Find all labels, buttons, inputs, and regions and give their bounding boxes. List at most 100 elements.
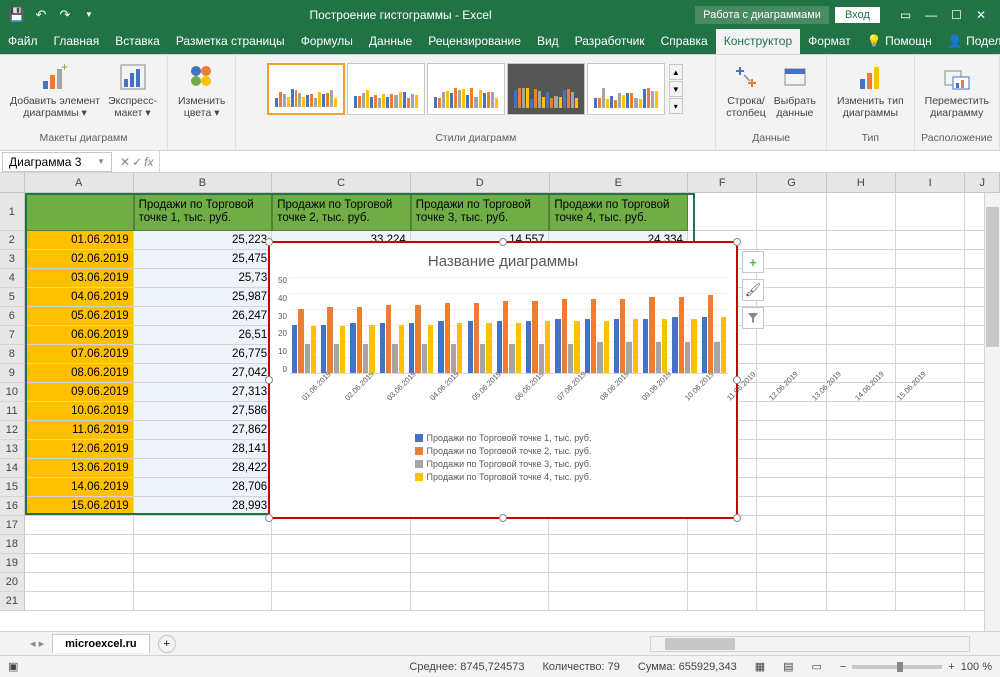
data-cell[interactable]: 27,042	[134, 364, 273, 383]
chart-styles-gallery[interactable]: ▲ ▼ ▾	[263, 59, 689, 119]
row-header[interactable]: 19	[0, 554, 25, 573]
table-header[interactable]: Продажи по Торговой точке 4, тыс. руб.	[549, 193, 688, 231]
column-header[interactable]: I	[896, 173, 965, 192]
chart-title[interactable]: Название диаграммы	[278, 253, 728, 270]
add-chart-element-button[interactable]: +Добавить элемент диаграммы ▾	[6, 59, 104, 121]
row-header[interactable]: 15	[0, 478, 25, 497]
change-colors-button[interactable]: Изменить цвета ▾	[174, 59, 229, 121]
name-box[interactable]: Диаграмма 3▼	[2, 152, 112, 172]
chart-style-4[interactable]	[507, 63, 585, 115]
change-chart-type-button[interactable]: Изменить тип диаграммы	[833, 59, 908, 121]
qa-dropdown-icon[interactable]: ▼	[78, 4, 100, 26]
tab-вставка[interactable]: Вставка	[107, 29, 168, 54]
tab-разметка страницы[interactable]: Разметка страницы	[168, 29, 293, 54]
add-sheet-button[interactable]: +	[158, 635, 176, 653]
chart-filter-button[interactable]	[742, 307, 764, 329]
style-scroll-down[interactable]: ▼	[669, 81, 683, 97]
formula-input[interactable]	[159, 151, 1000, 172]
column-header[interactable]: J	[965, 173, 1000, 192]
date-cell[interactable]: 05.06.2019	[25, 307, 134, 326]
data-cell[interactable]: 25,475	[134, 250, 273, 269]
date-cell[interactable]: 02.06.2019	[25, 250, 134, 269]
tab-главная[interactable]: Главная	[46, 29, 108, 54]
table-header[interactable]: Продажи по Торговой точке 1, тыс. руб.	[134, 193, 273, 231]
date-cell[interactable]: 08.06.2019	[25, 364, 134, 383]
row-header[interactable]: 2	[0, 231, 25, 250]
chart-style-1[interactable]	[267, 63, 345, 115]
style-more[interactable]: ▾	[669, 98, 683, 114]
table-header[interactable]: Продажи по Торговой точке 3, тыс. руб.	[411, 193, 550, 231]
column-header[interactable]: F	[688, 173, 757, 192]
enter-formula-icon[interactable]: ✓	[132, 155, 142, 169]
maximize-icon[interactable]: ☐	[951, 8, 962, 22]
cancel-formula-icon[interactable]: ✕	[120, 155, 130, 169]
column-header[interactable]: G	[757, 173, 826, 192]
chart-styles-button[interactable]: 🖌	[742, 279, 764, 301]
spreadsheet-grid[interactable]: ABCDEFGHIJ 1Продажи по Торговой точке 1,…	[0, 173, 1000, 631]
column-header[interactable]: E	[550, 173, 689, 192]
row-header[interactable]: 12	[0, 421, 25, 440]
data-cell[interactable]: 28,422	[134, 459, 273, 478]
chart-plot-area[interactable]	[290, 276, 728, 374]
date-cell[interactable]: 10.06.2019	[25, 402, 134, 421]
column-header[interactable]: D	[411, 173, 550, 192]
row-header[interactable]: 13	[0, 440, 25, 459]
data-cell[interactable]: 26,775	[134, 345, 273, 364]
horizontal-scrollbar[interactable]	[650, 636, 970, 652]
date-cell[interactable]: 03.06.2019	[25, 269, 134, 288]
date-cell[interactable]: 11.06.2019	[25, 421, 134, 440]
date-cell[interactable]: 13.06.2019	[25, 459, 134, 478]
select-data-button[interactable]: Выбрать данные	[770, 59, 820, 121]
chart-legend[interactable]: Продажи по Торговой точке 1, тыс. руб.Пр…	[278, 433, 728, 482]
quick-layout-button[interactable]: Экспресс- макет ▾	[104, 59, 161, 121]
chart-style-3[interactable]	[427, 63, 505, 115]
table-header[interactable]: Продажи по Торговой точке 2, тыс. руб.	[272, 193, 411, 231]
close-icon[interactable]: ✕	[976, 8, 986, 22]
vertical-scrollbar[interactable]	[984, 193, 1000, 631]
row-header[interactable]: 4	[0, 269, 25, 288]
row-header[interactable]: 5	[0, 288, 25, 307]
ribbon-options-icon[interactable]: ▭	[900, 8, 911, 22]
data-cell[interactable]: 25,987	[134, 288, 273, 307]
data-cell[interactable]: 28,141	[134, 440, 273, 459]
date-cell[interactable]: 01.06.2019	[25, 231, 134, 250]
chart-elements-button[interactable]: +	[742, 251, 764, 273]
data-cell[interactable]: 26,247	[134, 307, 273, 326]
undo-icon[interactable]: ↶	[30, 4, 52, 26]
column-header[interactable]: A	[25, 173, 134, 192]
record-macro-icon[interactable]: ▣	[8, 660, 18, 673]
row-header[interactable]: 7	[0, 326, 25, 345]
column-header[interactable]: H	[827, 173, 896, 192]
data-cell[interactable]: 27,586	[134, 402, 273, 421]
minimize-icon[interactable]: —	[925, 8, 937, 22]
fx-icon[interactable]: fx	[144, 155, 153, 169]
data-cell[interactable]: 28,706	[134, 478, 273, 497]
row-header[interactable]: 3	[0, 250, 25, 269]
data-cell[interactable]: 27,862	[134, 421, 273, 440]
row-header[interactable]: 9	[0, 364, 25, 383]
tab-разработчик[interactable]: Разработчик	[567, 29, 653, 54]
row-header[interactable]: 11	[0, 402, 25, 421]
tell-me-tab[interactable]: 💡 Помощн	[859, 29, 940, 54]
date-cell[interactable]: 04.06.2019	[25, 288, 134, 307]
tab-вид[interactable]: Вид	[529, 29, 567, 54]
data-cell[interactable]: 25,73	[134, 269, 273, 288]
row-header[interactable]: 10	[0, 383, 25, 402]
tab-файл[interactable]: Файл	[0, 29, 46, 54]
redo-icon[interactable]: ↷	[54, 4, 76, 26]
row-header[interactable]: 20	[0, 573, 25, 592]
data-cell[interactable]: 26,51	[134, 326, 273, 345]
column-header[interactable]: C	[272, 173, 411, 192]
view-page-icon[interactable]: ▤	[783, 660, 793, 673]
view-break-icon[interactable]: ▭	[812, 660, 822, 673]
login-button[interactable]: Вход	[835, 7, 880, 23]
tab-формат[interactable]: Формат	[800, 29, 859, 54]
view-normal-icon[interactable]: ▦	[755, 660, 765, 673]
date-cell[interactable]: 14.06.2019	[25, 478, 134, 497]
tab-формулы[interactable]: Формулы	[293, 29, 361, 54]
tab-данные[interactable]: Данные	[361, 29, 420, 54]
style-scroll-up[interactable]: ▲	[669, 64, 683, 80]
row-header[interactable]: 21	[0, 592, 25, 611]
chart-style-5[interactable]	[587, 63, 665, 115]
sheet-tab[interactable]: microexcel.ru	[52, 634, 150, 653]
